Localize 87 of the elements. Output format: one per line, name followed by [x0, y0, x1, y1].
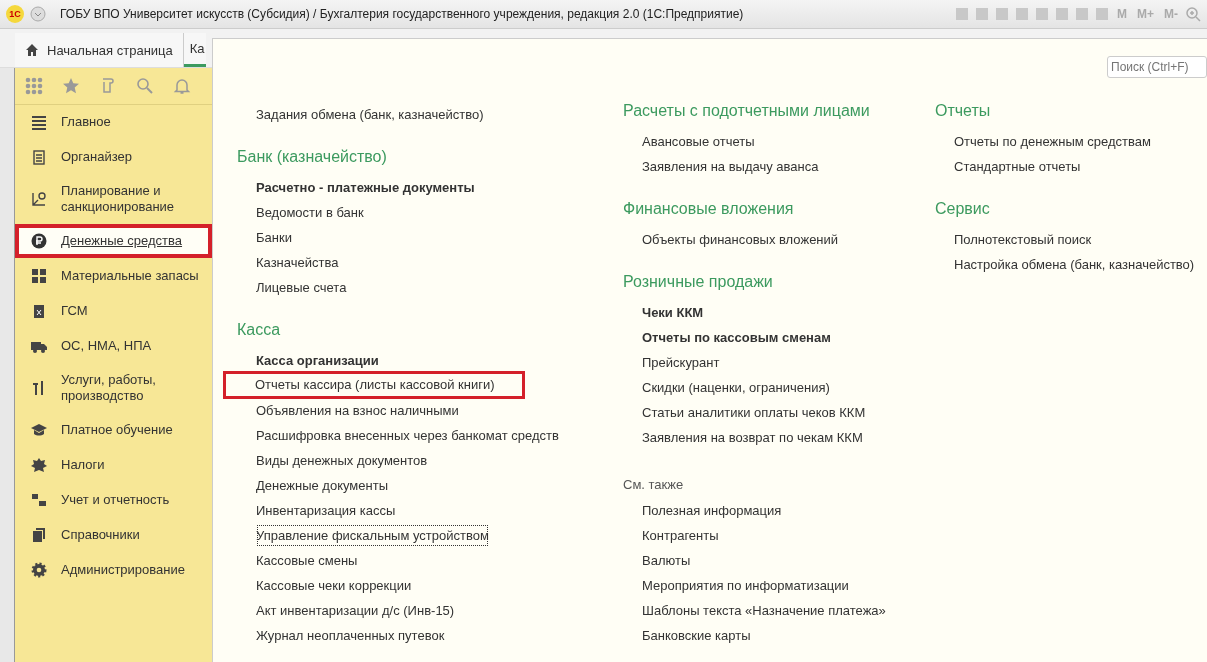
toolbar-icon[interactable] — [1094, 6, 1110, 22]
sidebar-item[interactable]: Справочники — [15, 518, 212, 552]
star-icon[interactable] — [62, 77, 80, 95]
clipboard-icon — [31, 149, 47, 165]
menu-link[interactable]: Заявления на выдачу аванса — [641, 154, 820, 179]
menu-link[interactable]: Лицевые счета — [255, 275, 348, 300]
sidebar-item[interactable]: Главное — [15, 105, 212, 139]
toolbar-icon[interactable] — [994, 6, 1010, 22]
sidebar-item[interactable]: Администрирование — [15, 553, 212, 587]
sidebar-item[interactable]: Учет и отчетность — [15, 483, 212, 517]
menu-link[interactable]: Расчетно - платежные документы — [255, 175, 476, 200]
section-heading: Расчеты с подотчетными лицами — [623, 102, 871, 121]
section-heading: Отчеты — [935, 102, 992, 121]
menu-link[interactable]: Авансовые отчеты — [641, 129, 756, 154]
menu-link[interactable]: Объекты финансовых вложений — [641, 227, 840, 252]
tab[interactable]: Начальная страница — [15, 33, 184, 67]
toolbar-icon[interactable] — [1054, 6, 1070, 22]
sidebar-item[interactable]: ГСМ — [15, 294, 212, 328]
section-heading: Финансовые вложения — [623, 200, 795, 219]
menu-link[interactable]: Денежные документы — [255, 473, 389, 498]
menu-link[interactable]: Чеки ККМ — [641, 300, 705, 325]
menu-link[interactable]: Полезная информация — [641, 498, 783, 523]
sidebar-item[interactable]: Налоги — [15, 448, 212, 482]
menu-link[interactable]: Кассовые смены — [255, 548, 359, 573]
toolbar-icon[interactable] — [1034, 6, 1050, 22]
menu-link[interactable]: Стандартные отчеты — [953, 154, 1082, 179]
menu-link[interactable]: Казначейства — [255, 250, 340, 275]
menu-link[interactable]: Контрагенты — [641, 523, 720, 548]
menu-link[interactable]: Настройка обмена (банк, казначейство) — [953, 252, 1196, 277]
graduation-cap-icon — [31, 422, 47, 438]
window-title: ГОБУ ВПО Университет искусств (Субсидия) / Бухгалтерия государственного учреждения, редакция 2.0 (1С:Предприятие) — [60, 7, 744, 21]
menu-link[interactable]: Кассовые чеки коррекции — [255, 573, 413, 598]
gear-icon — [31, 562, 47, 578]
menu-link[interactable]: Банки — [255, 225, 293, 250]
menu-link[interactable]: Шаблоны текста «Назначение платежа» — [641, 598, 887, 623]
sidebar-item[interactable]: Органайзер — [15, 140, 212, 174]
sidebar-item[interactable]: Материальные запасы — [15, 259, 212, 293]
sidebar-item[interactable]: Услуги, работы, производство — [15, 364, 212, 412]
menu-link[interactable]: Управление фискальным устройством — [255, 523, 490, 548]
sidebar-item[interactable]: Денежные средства — [15, 224, 212, 258]
menu-link[interactable]: Расшифровка внесенных через банкомат средств — [255, 423, 560, 448]
ruble-icon — [31, 233, 47, 249]
menu-link[interactable]: Отчеты по денежным средствам — [953, 129, 1152, 154]
lines-icon — [31, 114, 47, 130]
menu-link[interactable]: Статьи аналитики оплаты чеков ККМ — [641, 400, 867, 425]
toolbar-icon[interactable] — [1074, 6, 1090, 22]
menu-link[interactable]: Касса организации — [255, 348, 380, 373]
section-heading: См. также — [623, 476, 685, 494]
menu-link[interactable]: Задания обмена (банк, казначейство) — [255, 102, 485, 127]
sidebar-item[interactable]: ОС, НМА, НПА — [15, 329, 212, 363]
section-heading: Касса — [237, 321, 282, 340]
section-heading: Банк (казначейство) — [237, 148, 388, 167]
search-icon[interactable] — [136, 77, 154, 95]
sidebar-item[interactable]: Планирование и санкционирование — [15, 175, 212, 223]
menu-link[interactable]: Скидки (наценки, ограничения) — [641, 375, 831, 400]
menu-link[interactable]: Банковские карты — [641, 623, 752, 648]
toolbar-icon[interactable] — [1014, 6, 1030, 22]
search-field[interactable]: Поиск (Ctrl+F) — [1107, 56, 1207, 78]
menu-link[interactable]: Виды денежных документов — [255, 448, 429, 473]
chart-icon — [31, 191, 47, 207]
books-icon — [31, 527, 47, 543]
sidebar-item[interactable]: Платное обучение — [15, 413, 212, 447]
menu-link[interactable]: Валюты — [641, 548, 692, 573]
menu-link[interactable]: Заявления на возврат по чекам ККМ — [641, 425, 864, 450]
menu-link[interactable]: Отчеты кассира (листы кассовой книги) — [226, 374, 522, 396]
apps-grid-icon[interactable] — [25, 77, 43, 95]
section-heading: Сервис — [935, 200, 991, 219]
toolbar-icon[interactable] — [974, 6, 990, 22]
menu-link[interactable]: Отчеты по кассовым сменам — [641, 325, 832, 350]
menu-link[interactable]: Полнотекстовый поиск — [953, 227, 1093, 252]
menu-link[interactable]: Журнал неоплаченных путевок — [255, 623, 446, 648]
menu-link[interactable]: Объявления на взнос наличными — [255, 398, 460, 423]
app-logo: 1С — [6, 5, 24, 23]
toolbar-icon[interactable] — [954, 6, 970, 22]
bell-icon[interactable] — [173, 77, 191, 95]
menu-link[interactable]: Акт инвентаризации д/с (Инв-15) — [255, 598, 456, 623]
menu-link[interactable]: Мероприятия по информатизации — [641, 573, 850, 598]
menu-link[interactable]: Ведомости в банк — [255, 200, 365, 225]
tab[interactable]: Ка — [183, 33, 206, 67]
dropdown-icon[interactable] — [30, 6, 46, 22]
canister-icon — [31, 303, 47, 319]
section-heading: Розничные продажи — [623, 273, 774, 292]
zoom-icon[interactable] — [1185, 6, 1201, 22]
menu-link[interactable]: Прейскурант — [641, 350, 721, 375]
home-icon — [25, 43, 39, 57]
grid-icon — [31, 268, 47, 284]
menu-link[interactable]: Инвентаризация кассы — [255, 498, 397, 523]
